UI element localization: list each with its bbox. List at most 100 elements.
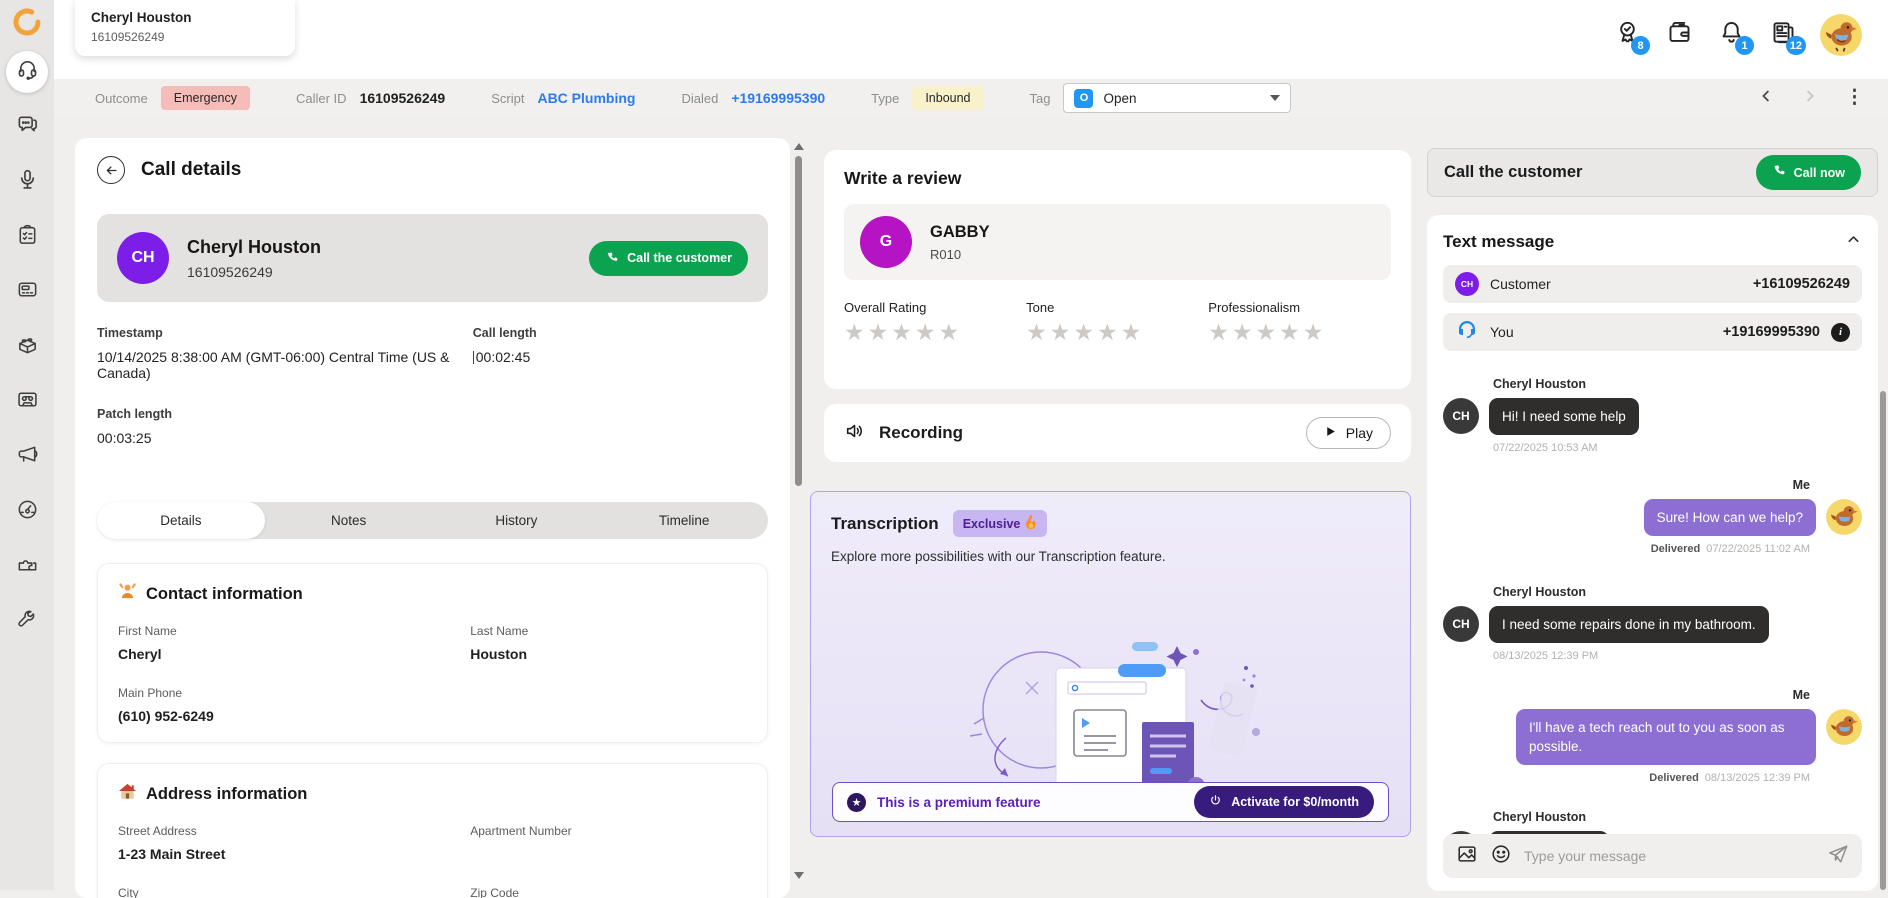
patch-length-field: Patch length 00:03:25 xyxy=(97,407,473,446)
sidebar-item-dashboard[interactable] xyxy=(6,491,48,533)
call-the-customer-button[interactable]: Call the customer xyxy=(589,240,748,276)
scrollbar-thumb[interactable] xyxy=(1880,391,1886,890)
script-label: Script xyxy=(491,90,525,106)
timestamp-field: Timestamp 10/14/2025 8:38:00 AM (GMT-06:… xyxy=(97,326,473,381)
tab-history[interactable]: History xyxy=(433,502,601,539)
transcription-subtitle: Explore more possibilities with our Tran… xyxy=(831,549,1166,564)
customer-summary-card: CH Cheryl Houston 16109526249 Call the c… xyxy=(97,214,768,302)
sidebar-item-agent-headset[interactable] xyxy=(6,51,48,93)
play-label: Play xyxy=(1345,425,1373,441)
contact-info-title: Contact information xyxy=(146,584,303,603)
outcome-label: Outcome xyxy=(95,90,148,106)
call-now-button[interactable]: Call now xyxy=(1755,155,1861,190)
customer-name: Cheryl Houston xyxy=(187,236,322,257)
professionalism-rating-group: Professionalism ★★★★★ xyxy=(1208,300,1390,346)
first-name-field: First Name Cheryl xyxy=(118,624,177,662)
overall-rating-group: Overall Rating ★★★★★ xyxy=(844,300,1026,346)
left-panel-scrollbar[interactable] xyxy=(794,143,804,879)
customer-avatar: CH xyxy=(117,232,169,284)
sidebar-item-scripts[interactable] xyxy=(6,216,48,258)
you-number: +19169995390 xyxy=(1722,324,1820,340)
call-tab[interactable]: Cheryl Houston 16109526249 xyxy=(75,0,295,56)
agent-headset-icon xyxy=(1455,318,1479,347)
write-review-card: Write a review G GABBY R010 Overall Rati… xyxy=(824,150,1411,389)
tag-selected-value: Open xyxy=(1103,90,1137,106)
tab-caller-number: 16109526249 xyxy=(91,30,165,44)
tone-rating-stars[interactable]: ★★★★★ xyxy=(1026,319,1208,346)
tab-caller-name: Cheryl Houston xyxy=(91,10,192,25)
transcription-panel: Transcription Exclusive Explore more pos… xyxy=(810,491,1411,837)
message-input[interactable] xyxy=(1524,848,1815,864)
scroll-down-arrow[interactable] xyxy=(794,872,804,879)
zip-code-field: Zip Code 10001 xyxy=(470,886,519,898)
tab-timeline[interactable]: Timeline xyxy=(600,502,768,539)
achievements-button[interactable]: 8 xyxy=(1612,20,1650,55)
send-message-button[interactable] xyxy=(1827,843,1849,870)
headset-icon xyxy=(16,58,39,86)
call-now-label: Call now xyxy=(1793,165,1845,180)
message-inbound: Cheryl Houston CH Hi! I need some help 0… xyxy=(1443,377,1862,454)
power-icon xyxy=(1209,794,1222,810)
tab-notes[interactable]: Notes xyxy=(265,502,433,539)
sidebar-item-integrations[interactable] xyxy=(6,326,48,368)
megaphone-icon xyxy=(16,443,39,471)
type-label: Type xyxy=(871,90,900,106)
sidebar-item-chats[interactable] xyxy=(6,106,48,148)
more-options-button[interactable]: ⋮ xyxy=(1845,88,1864,107)
premium-feature-banner: ★ This is a premium feature Activate for… xyxy=(832,782,1389,822)
sidebar-item-voicemail[interactable] xyxy=(6,381,48,423)
emoji-button[interactable] xyxy=(1490,843,1512,870)
achievements-count-badge: 8 xyxy=(1631,36,1650,55)
back-button[interactable] xyxy=(97,156,125,184)
overall-rating-stars[interactable]: ★★★★★ xyxy=(844,319,1026,346)
tag-dropdown[interactable]: O Open xyxy=(1063,83,1292,113)
patch-length-value: 00:03:25 xyxy=(97,430,152,446)
call-customer-title: Call the customer xyxy=(1444,163,1583,181)
professionalism-rating-stars[interactable]: ★★★★★ xyxy=(1208,319,1390,346)
contact-information-card: Contact information First Name Cheryl La… xyxy=(97,563,768,743)
person-raising-hand-icon xyxy=(118,582,137,606)
scroll-up-arrow[interactable] xyxy=(794,143,804,150)
notifications-count-badge: 1 xyxy=(1735,36,1754,55)
message-outbound: Me Sure! How can we help? Delivered 07/22… xyxy=(1443,478,1862,555)
premium-star-icon: ★ xyxy=(847,792,866,812)
call-length-label: Call length xyxy=(472,326,537,340)
dialed-number-link[interactable]: +19169995390 xyxy=(731,90,825,106)
flame-icon xyxy=(1025,515,1037,532)
user-avatar[interactable] xyxy=(1820,14,1862,56)
wallet-button[interactable] xyxy=(1664,20,1694,50)
chat-scrollbar[interactable] xyxy=(1880,391,1886,890)
call-length-field[interactable]: Call length 00:02:45 xyxy=(472,326,768,381)
puzzle-piece-icon xyxy=(16,553,39,581)
customer-number-row: CH Customer +16109526249 xyxy=(1443,265,1862,303)
attach-image-button[interactable] xyxy=(1456,843,1478,870)
next-record-button[interactable] xyxy=(1801,87,1819,110)
collapse-section-button[interactable] xyxy=(1845,231,1862,253)
tone-rating-group: Tone ★★★★★ xyxy=(1026,300,1208,346)
phone-icon xyxy=(605,250,619,267)
sidebar-item-campaigns[interactable] xyxy=(6,436,48,478)
message-bubble: Hi! I need some help xyxy=(1489,398,1639,435)
sidebar-item-addons[interactable] xyxy=(6,546,48,588)
sidebar-item-dispatch[interactable] xyxy=(6,271,48,313)
address-information-card: Address information Street Address 1-23 … xyxy=(97,763,768,898)
message-bubble: Sure! How can we help? xyxy=(1643,499,1816,536)
sidebar-item-settings[interactable] xyxy=(6,601,48,643)
pager-icon xyxy=(16,278,39,306)
script-link[interactable]: ABC Plumbing xyxy=(537,90,635,106)
sidebar-item-recordings-mic[interactable] xyxy=(6,161,48,203)
notifications-button[interactable]: 1 xyxy=(1716,20,1754,55)
message-inbound: Cheryl Houston CH I need some repairs do… xyxy=(1443,585,1862,662)
play-recording-button[interactable]: Play xyxy=(1305,417,1391,449)
caller-id-value: 16109526249 xyxy=(359,90,446,106)
tab-details[interactable]: Details xyxy=(97,502,265,539)
activate-premium-button[interactable]: Activate for $0/month xyxy=(1194,786,1374,818)
call-info-bar: Outcome Emergency Caller ID 16109526249 … xyxy=(54,79,1888,117)
app-window: Cheryl Houston 16109526249 8 1 12 Outcom… xyxy=(0,0,1888,898)
scrollbar-thumb[interactable] xyxy=(795,156,802,486)
apartment-number-field: Apartment Number xyxy=(470,824,572,838)
prev-record-button[interactable] xyxy=(1757,87,1775,110)
news-button[interactable]: 12 xyxy=(1768,20,1806,55)
info-icon[interactable]: i xyxy=(1831,322,1850,342)
message-meta: Delivered 07/22/2025 11:02 AM xyxy=(1650,543,1810,555)
